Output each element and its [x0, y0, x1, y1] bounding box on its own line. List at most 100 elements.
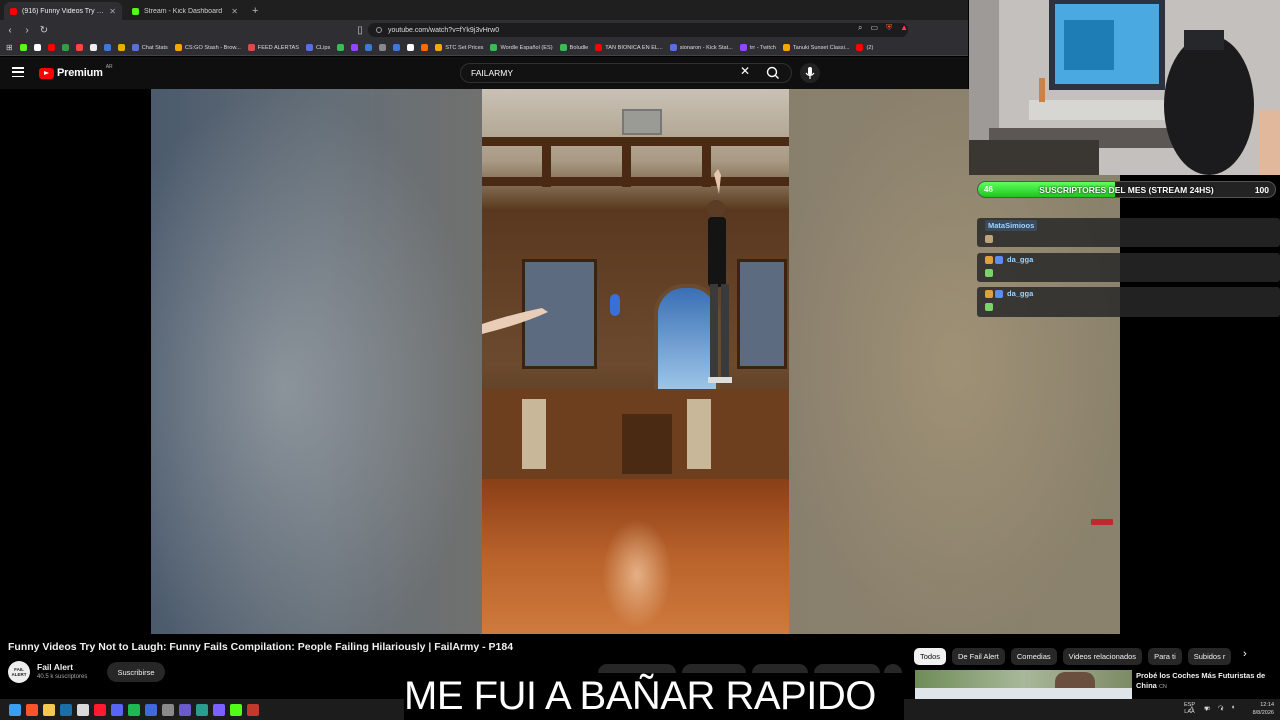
- zoom-icon[interactable]: ⌕: [858, 23, 862, 33]
- bookmark-item[interactable]: [421, 44, 429, 51]
- chevron-right-icon[interactable]: ›: [1243, 648, 1247, 660]
- bookmark-favicon-icon: [131, 44, 139, 51]
- bookmark-item[interactable]: [19, 44, 27, 51]
- chip-for-you[interactable]: Para ti: [1148, 647, 1182, 665]
- app-app-icon[interactable]: [162, 703, 174, 716]
- new-tab-button[interactable]: +: [252, 2, 258, 20]
- discord-app-icon[interactable]: [111, 703, 123, 716]
- spotify-app-icon[interactable]: [128, 703, 140, 716]
- close-tab-icon[interactable]: ✕: [231, 7, 238, 16]
- app-app-icon[interactable]: [179, 703, 191, 716]
- bookmark-item[interactable]: CS:GO Stash - Brow...: [174, 44, 241, 51]
- network-icon[interactable]: ▭: [1204, 704, 1211, 712]
- chat-message: da_gga: [977, 287, 1280, 317]
- youtube-header: Premium AR FAILARMY ✕: [0, 57, 968, 89]
- bookmark-item[interactable]: TAN BIONICA EN EL...: [595, 44, 663, 51]
- back-icon[interactable]: ‹: [3, 25, 17, 36]
- youtube-premium-logo[interactable]: Premium AR: [39, 64, 113, 79]
- booth: [482, 389, 789, 479]
- bookmark-item[interactable]: [33, 44, 41, 51]
- app-app-icon[interactable]: [213, 703, 225, 716]
- bookmark-item[interactable]: [393, 44, 401, 51]
- app-app-icon[interactable]: [247, 703, 259, 716]
- bookmark-label: CLips: [315, 44, 331, 51]
- chip-from-channel[interactable]: De Fail Alert: [952, 647, 1005, 665]
- steam-app-icon[interactable]: [60, 703, 72, 716]
- bookmark-favicon-icon: [782, 44, 790, 51]
- close-tab-icon[interactable]: ✕: [109, 7, 116, 16]
- bookmark-favicon-icon: [490, 44, 498, 51]
- bookmark-item[interactable]: [351, 44, 359, 51]
- bookmark-item[interactable]: [47, 44, 55, 51]
- bookmark-item[interactable]: trr - Twitch: [739, 44, 776, 51]
- forward-icon[interactable]: ›: [20, 25, 34, 36]
- wifi-icon[interactable]: ◠: [1218, 704, 1224, 712]
- recommended-video-thumbnail[interactable]: [915, 670, 1132, 700]
- app-app-icon[interactable]: [196, 703, 208, 716]
- brave-shield-icon[interactable]: ⛨: [886, 23, 892, 33]
- channel-avatar[interactable]: FAIL ALERT: [8, 661, 30, 683]
- bookmark-item[interactable]: CLips: [305, 44, 331, 51]
- bookmark-item[interactable]: [75, 44, 83, 51]
- bookmark-item[interactable]: Tanuki Sunset Classi...: [782, 44, 849, 51]
- kick-app-icon[interactable]: [230, 703, 242, 716]
- subscribe-button[interactable]: Suscribirse: [107, 662, 165, 682]
- speaker-icon[interactable]: ◖: [1231, 704, 1235, 712]
- rewards-icon[interactable]: ▲: [900, 23, 908, 33]
- bookmark-label: FEED ALERTAS: [257, 44, 299, 51]
- bookmark-item[interactable]: [365, 44, 373, 51]
- mic-icon[interactable]: [800, 63, 820, 83]
- menu-icon[interactable]: [12, 67, 24, 77]
- tab-youtube[interactable]: (916) Funny Videos Try Not to Laugh ✕: [4, 2, 122, 20]
- start-app-icon[interactable]: [9, 703, 21, 716]
- chip-related[interactable]: Videos relacionados: [1062, 647, 1143, 665]
- bookmark-item[interactable]: [61, 44, 69, 51]
- recommended-video-title[interactable]: Probé los Coches Más Futuristas de China…: [1136, 671, 1266, 692]
- search-icon[interactable]: [760, 63, 786, 83]
- bookmark-favicon-icon: [89, 44, 97, 51]
- bookmark-item[interactable]: STC Set Prices: [435, 44, 483, 51]
- clear-search-icon[interactable]: ✕: [740, 64, 750, 78]
- clock-date: 8/8/2026: [1252, 710, 1274, 716]
- bookmark-favicon-icon: [595, 44, 603, 51]
- cast-icon[interactable]: ▭: [871, 23, 879, 33]
- reload-icon[interactable]: ↻: [37, 25, 51, 36]
- bookmark-item[interactable]: [89, 44, 97, 51]
- bookmark-favicon-icon: [351, 44, 359, 51]
- brave-app-icon[interactable]: [26, 703, 38, 716]
- bookmark-item[interactable]: [337, 44, 345, 51]
- sub-goal-title: SUSCRIPTORES DEL MES (STREAM 24HS): [1039, 185, 1214, 195]
- bookmark-item[interactable]: sionaron - Kick Stat...: [669, 44, 733, 51]
- chip-uploaded[interactable]: Subidos r: [1187, 647, 1232, 665]
- address-bar[interactable]: youtube.com/watch?v=fYk9j3vHrw0: [368, 23, 908, 37]
- input-language[interactable]: ESP LAA: [1184, 702, 1195, 716]
- bookmark-item[interactable]: [117, 44, 125, 51]
- hand-figure: [482, 308, 548, 334]
- tab-kick-dashboard[interactable]: Stream - Kick Dashboard ✕: [126, 2, 244, 20]
- opera-app-icon[interactable]: [94, 703, 106, 716]
- bookmark-item[interactable]: FEED ALERTAS: [247, 44, 299, 51]
- app-app-icon[interactable]: [145, 703, 157, 716]
- bookmark-favicon-icon: [117, 44, 125, 51]
- site-info-icon[interactable]: [376, 27, 382, 33]
- apps-grid-icon[interactable]: ⊞: [6, 43, 13, 52]
- clock[interactable]: 12:14 8/8/2026: [1253, 701, 1274, 717]
- bookmark-item[interactable]: Wordle Español (ES): [490, 44, 553, 51]
- bookmark-item[interactable]: [103, 44, 111, 51]
- bookmark-favicon-icon: [103, 44, 111, 51]
- bookmark-item[interactable]: [379, 44, 387, 51]
- recommended-title-text: Probé los Coches Más Futuristas de China: [1136, 671, 1266, 690]
- bookmark-favicon-icon: [365, 44, 373, 51]
- bookmark-favicon-icon: [75, 44, 83, 51]
- bookmark-item[interactable]: Boludle: [559, 44, 588, 51]
- bookmark-item[interactable]: Chat Stats: [131, 44, 168, 51]
- chip-all[interactable]: Todos: [914, 647, 947, 665]
- bookmark-item[interactable]: [407, 44, 415, 51]
- explorer-app-icon[interactable]: [43, 703, 55, 716]
- bookmark-favicon-icon: [669, 44, 677, 51]
- bookmark-item[interactable]: (2): [856, 44, 873, 51]
- bookmark-icon[interactable]: ▯: [353, 25, 367, 36]
- chrome-app-icon[interactable]: [77, 703, 89, 716]
- channel-name[interactable]: Fail Alert: [37, 662, 73, 672]
- chip-comedy[interactable]: Comedias: [1010, 647, 1057, 665]
